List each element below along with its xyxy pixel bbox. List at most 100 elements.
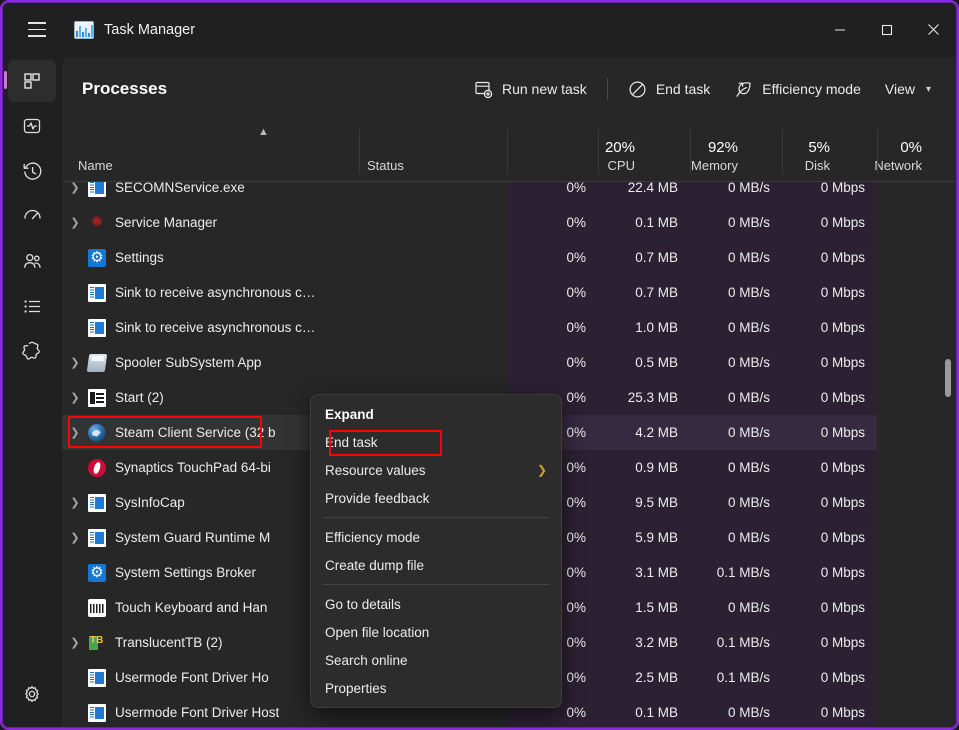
hamburger-menu-icon[interactable] [14,11,60,49]
table-row[interactable]: Sink to receive asynchronous c…0%0.7 MB0… [62,275,957,310]
context-menu-item-end-task[interactable]: End task [311,428,561,456]
chevron-right-icon[interactable]: ❯ [62,426,88,439]
process-memory-cell: 3.2 MB [598,625,690,660]
process-app-icon [88,182,106,197]
process-status-cell [359,240,507,275]
context-menu-item-go-to-details[interactable]: Go to details [311,590,561,618]
context-menu-item-label: Resource values [325,463,426,478]
process-context-menu[interactable]: Expand End taskResource values❯Provide fe… [310,394,562,708]
chevron-right-icon[interactable]: ❯ [62,496,88,509]
chevron-right-icon[interactable]: ❯ [62,182,88,194]
process-name-label: Usermode Font Driver Ho [115,670,269,685]
sidebar-item-startup-apps[interactable] [8,195,56,237]
process-app-icon [88,494,106,512]
process-cpu-cell: 0% [507,205,598,240]
process-app-icon [88,529,106,547]
sort-ascending-caret: ▲ [258,126,269,138]
process-network-cell: 0 Mbps [782,205,877,240]
process-disk-cell: 0 MB/s [690,415,782,450]
end-task-button[interactable]: End task [616,73,722,106]
process-memory-cell: 0.1 MB [598,205,690,240]
context-menu-item-resource-values[interactable]: Resource values❯ [311,456,561,484]
process-name-label: Usermode Font Driver Host [115,705,279,720]
close-button[interactable] [910,2,957,57]
context-menu-item-label: Go to details [325,597,401,612]
process-name-cell[interactable]: ❯Service Manager [62,205,359,240]
process-memory-cell: 5.9 MB [598,520,690,555]
process-status-cell [359,205,507,240]
startup-gauge-icon [22,206,43,227]
settings-button[interactable] [8,673,56,715]
sidebar-item-details[interactable] [8,285,56,327]
sidebar-item-services[interactable] [8,330,56,372]
process-name-cell[interactable]: ❯Spooler SubSystem App [62,345,359,380]
header-divider[interactable] [877,129,878,174]
column-header-network[interactable]: 0% Network [782,121,934,182]
details-list-icon [22,296,43,317]
process-name-label: Start (2) [115,390,164,405]
process-network-cell: 0 Mbps [782,182,877,205]
process-name-cell[interactable]: Settings [62,240,359,275]
chevron-right-icon[interactable]: ❯ [62,391,88,404]
sidebar-item-processes[interactable] [8,60,56,102]
column-header-name[interactable]: Name [78,121,113,182]
context-menu-item-search-online[interactable]: Search online [311,646,561,674]
process-name-label: Steam Client Service (32 b [115,425,276,440]
process-network-cell: 0 Mbps [782,555,877,590]
table-row[interactable]: ❯Service Manager0%0.1 MB0 MB/s0 Mbps [62,205,957,240]
context-menu-item-properties[interactable]: Properties [311,674,561,702]
chevron-right-icon[interactable]: ❯ [62,356,88,369]
rail-bottom-group [2,670,62,718]
process-name-cell[interactable]: ❯SECOMNService.exe [62,182,359,205]
process-network-cell: 0 Mbps [782,660,877,695]
efficiency-mode-label: Efficiency mode [762,81,861,97]
context-menu-item-create-dump-file[interactable]: Create dump file [311,551,561,579]
sidebar-item-users[interactable] [8,240,56,282]
page-title: Processes [82,79,167,99]
new-window-plus-icon [474,80,493,99]
chevron-right-icon[interactable]: ❯ [62,636,88,649]
context-menu-item-open-file-location[interactable]: Open file location [311,618,561,646]
process-name-cell[interactable]: Sink to receive asynchronous c… [62,275,359,310]
title-bar: Task Manager [2,2,957,57]
process-disk-cell: 0 MB/s [690,182,782,205]
process-disk-cell: 0 MB/s [690,345,782,380]
circle-slash-icon [628,80,647,99]
process-disk-cell: 0 MB/s [690,275,782,310]
process-app-icon [88,389,106,407]
table-row[interactable]: ❯Spooler SubSystem App0%0.5 MB0 MB/s0 Mb… [62,345,957,380]
table-row[interactable]: Settings0%0.7 MB0 MB/s0 Mbps [62,240,957,275]
run-new-task-button[interactable]: Run new task [462,73,599,106]
process-status-cell [359,182,507,205]
sidebar-item-performance[interactable] [8,105,56,147]
minimize-button[interactable] [816,2,863,57]
efficiency-mode-button[interactable]: Efficiency mode [722,73,873,106]
process-app-icon [88,424,106,442]
process-memory-cell: 2.5 MB [598,660,690,695]
sidebar-item-app-history[interactable] [8,150,56,192]
process-network-cell: 0 Mbps [782,345,877,380]
context-menu-item-label: Expand [325,407,374,422]
maximize-button[interactable] [863,2,910,57]
context-menu-item-expand[interactable]: Expand [311,400,561,428]
vertical-scrollbar[interactable] [941,121,955,728]
process-name-label: Synaptics TouchPad 64-bi [115,460,271,475]
view-menu-button[interactable]: View ▾ [873,74,943,104]
column-header-status[interactable]: Status [367,121,404,182]
chevron-right-icon[interactable]: ❯ [62,216,88,229]
header-divider[interactable] [359,129,360,174]
process-name-cell[interactable]: Sink to receive asynchronous c… [62,310,359,345]
process-app-icon [87,354,108,372]
view-label: View [885,81,915,97]
context-menu-item-label: Search online [325,653,408,668]
table-row[interactable]: ❯SECOMNService.exe0%22.4 MB0 MB/s0 Mbps [62,182,957,205]
process-cpu-cell: 0% [507,275,598,310]
navigation-rail [2,57,62,728]
chevron-right-icon[interactable]: ❯ [62,531,88,544]
users-people-icon [22,251,43,272]
scrollbar-thumb[interactable] [945,359,951,397]
context-menu-item-provide-feedback[interactable]: Provide feedback [311,484,561,512]
context-menu-item-efficiency-mode[interactable]: Efficiency mode [311,523,561,551]
table-row[interactable]: Sink to receive asynchronous c…0%1.0 MB0… [62,310,957,345]
context-menu-item-label: Open file location [325,625,429,640]
